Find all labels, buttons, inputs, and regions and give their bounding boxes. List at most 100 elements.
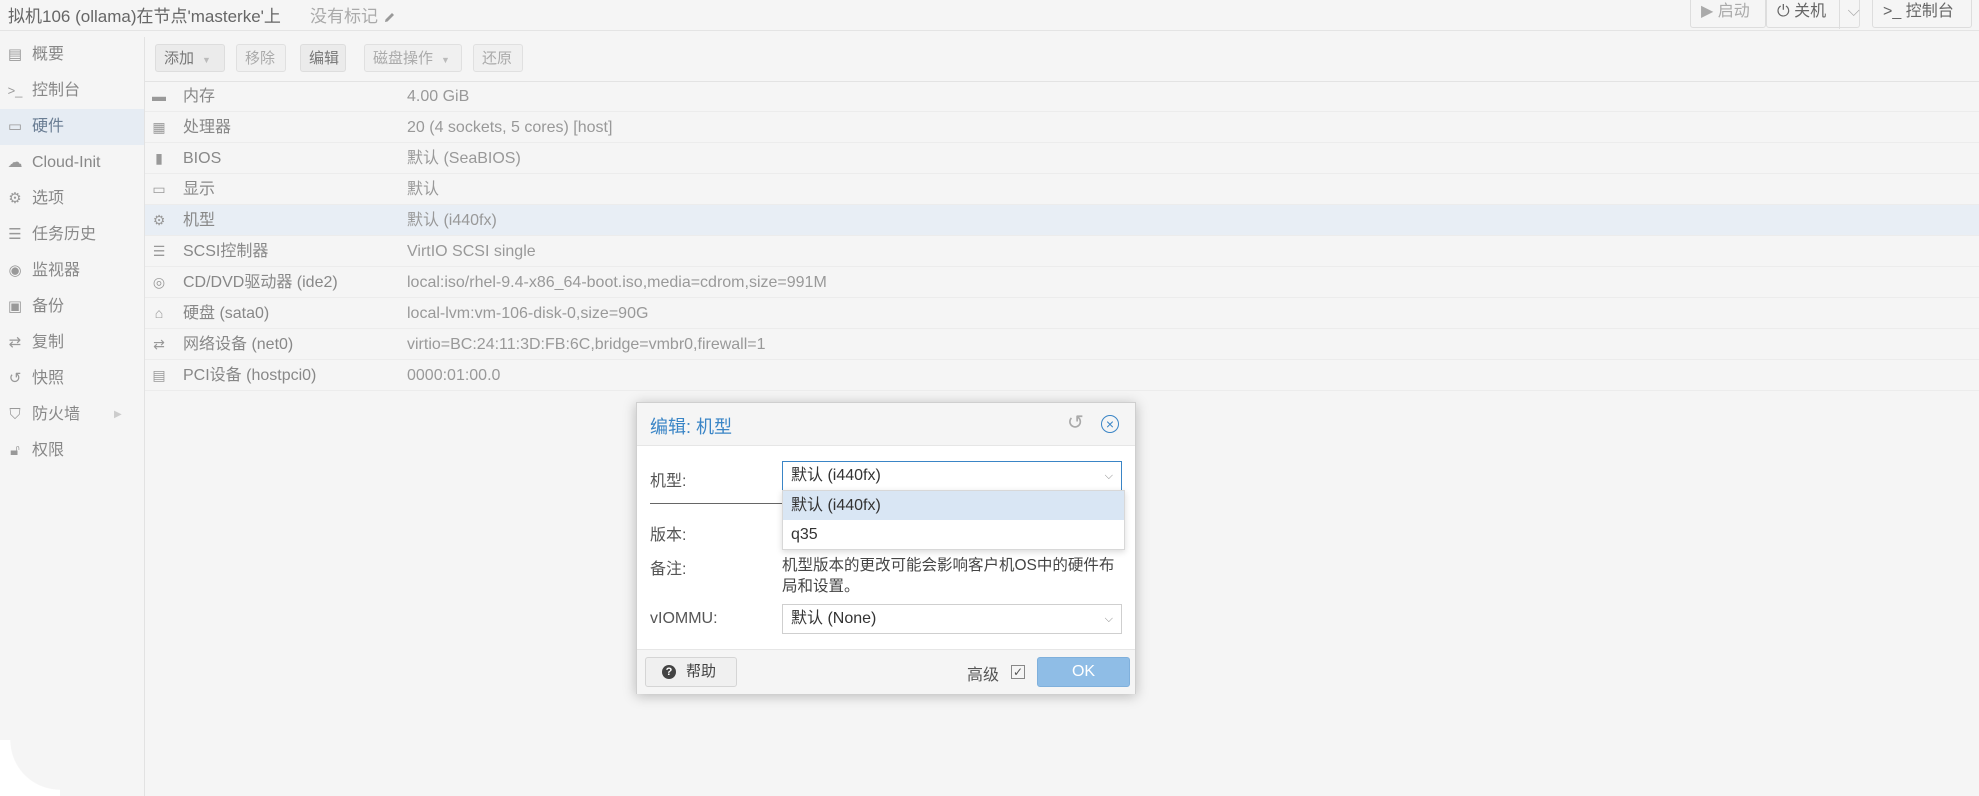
sidebar-item-options[interactable]: ⚙ 选项	[0, 181, 144, 217]
hdd-icon: ⌂	[154, 305, 164, 321]
sidebar-item-monitor[interactable]: ◉ 监视器	[0, 253, 144, 289]
sidebar-item-label: Cloud-Init	[32, 154, 101, 171]
shield-icon: ⛉	[9, 406, 21, 423]
sidebar-item-task-history[interactable]: ☰ 任务历史	[0, 217, 144, 253]
revert-label: 还原	[482, 50, 513, 67]
table-row[interactable]: ⌂ 硬盘 (sata0) local-lvm:vm-106-disk-0,siz…	[145, 298, 1979, 329]
desktop-icon: ▭	[152, 181, 166, 197]
add-button[interactable]: 添加 ▼	[155, 44, 225, 72]
expand-arrow-icon[interactable]: ▶	[114, 397, 122, 433]
machine-dropdown-list: 默认 (i440fx) q35	[782, 490, 1125, 550]
row-value: virtio=BC:24:11:3D:FB:6C,bridge=vmbr0,fi…	[407, 336, 766, 353]
machine-select-value: 默认 (i440fx)	[791, 467, 881, 484]
sidebar-item-label: 控制台	[32, 82, 81, 99]
table-row[interactable]: ⇄ 网络设备 (net0) virtio=BC:24:11:3D:FB:6C,b…	[145, 329, 1979, 360]
terminal-icon: >_	[1883, 3, 1902, 20]
row-value: 默认 (SeaBIOS)	[407, 150, 521, 167]
note-label: 备注:	[650, 561, 687, 578]
row-name: PCI设备 (hostpci0)	[183, 367, 317, 384]
sidebar-item-label: 任务历史	[32, 226, 97, 243]
advanced-checkbox[interactable]: ✓	[1011, 665, 1025, 679]
dropdown-option-q35[interactable]: q35	[783, 520, 1124, 549]
row-name: 显示	[183, 181, 216, 198]
chevron-down-icon[interactable]: ⌵	[1105, 462, 1113, 490]
dropdown-option-i440fx[interactable]: 默认 (i440fx)	[783, 491, 1124, 520]
viommu-select[interactable]: 默认 (None) ⌵	[782, 604, 1122, 634]
row-value: local:iso/rhel-9.4-x86_64-boot.iso,media…	[407, 274, 827, 291]
row-value: 20 (4 sockets, 5 cores) [host]	[407, 119, 613, 136]
help-button[interactable]: ? 帮助	[645, 657, 737, 687]
table-row[interactable]: ▦ 处理器 20 (4 sockets, 5 cores) [host]	[145, 112, 1979, 143]
list-icon: ☰	[8, 226, 22, 243]
remove-button[interactable]: 移除	[236, 44, 286, 72]
version-label: 版本:	[650, 527, 687, 544]
book-icon: ▤	[7, 46, 23, 63]
dialog-title: 编辑: 机型	[650, 417, 733, 437]
hardware-toolbar: 添加 ▼ 移除 编辑 磁盘操作 ▼ 还原	[145, 37, 1979, 82]
sidebar-item-permissions[interactable]: 🔓︎ 权限	[0, 433, 144, 469]
sidebar-item-firewall[interactable]: ⛉ 防火墙 ▶	[0, 397, 144, 433]
sidebar-item-console[interactable]: >_ 控制台	[0, 73, 144, 109]
start-label: 启动	[1717, 3, 1750, 20]
sidebar-item-cloud-init[interactable]: ☁ Cloud-Init	[0, 145, 144, 181]
start-button[interactable]: ▶ 启动	[1690, 0, 1766, 28]
disk-action-button[interactable]: 磁盘操作 ▼	[364, 44, 462, 72]
table-row[interactable]: ⚙ 机型 默认 (i440fx)	[145, 205, 1979, 236]
dialog-footer: ? 帮助 高级 ✓ OK	[637, 649, 1135, 694]
terminal-icon: >_	[7, 83, 23, 98]
sidebar-item-summary[interactable]: ▤ 概要	[0, 37, 144, 73]
table-row[interactable]: ◎ CD/DVD驱动器 (ide2) local:iso/rhel-9.4-x8…	[145, 267, 1979, 298]
row-name: 硬盘 (sata0)	[183, 305, 270, 322]
machine-select[interactable]: 默认 (i440fx) ⌵	[782, 461, 1122, 491]
edit-label: 编辑	[309, 50, 340, 67]
row-value: 0000:01:00.0	[407, 367, 501, 384]
sidebar-item-label: 监视器	[32, 262, 81, 279]
row-name: CD/DVD驱动器 (ide2)	[183, 274, 338, 291]
history-icon: ↺	[8, 370, 22, 387]
table-row[interactable]: ▤ PCI设备 (hostpci0) 0000:01:00.0	[145, 360, 1979, 391]
cloud-icon: ☁	[7, 154, 23, 171]
pci-card-icon: ▤	[152, 367, 166, 383]
console-button[interactable]: >_ 控制台	[1872, 0, 1972, 28]
table-row[interactable]: ▬ 内存 4.00 GiB	[145, 81, 1979, 112]
corner-fade	[0, 740, 60, 796]
cdrom-icon: ◎	[152, 274, 166, 290]
row-value: local-lvm:vm-106-disk-0,size=90G	[407, 305, 649, 322]
sidebar-item-label: 硬件	[32, 118, 65, 135]
sidebar-item-label: 备份	[32, 298, 65, 315]
ok-button[interactable]: OK	[1037, 657, 1130, 687]
revert-button[interactable]: 还原	[473, 44, 523, 72]
title-bar: 拟机106 (ollama)在节点'masterke'上 没有标记 ▶ 启动 ⏻…	[0, 0, 1979, 31]
shutdown-button[interactable]: ⏻ 关机 ⌵	[1766, 0, 1860, 29]
row-value: 默认	[407, 181, 440, 198]
no-tags-label: 没有标记	[310, 7, 378, 26]
retweet-icon: ⇄	[8, 334, 22, 351]
gear-icon: ⚙	[8, 190, 22, 207]
sidebar-item-snapshots[interactable]: ↺ 快照	[0, 361, 144, 397]
remove-label: 移除	[245, 50, 276, 67]
edit-button[interactable]: 编辑	[300, 44, 346, 72]
close-icon[interactable]: ×	[1101, 415, 1119, 433]
vm-title: 拟机106 (ollama)在节点'masterke'上	[8, 7, 281, 26]
sidebar-item-backup[interactable]: ▣ 备份	[0, 289, 144, 325]
table-row[interactable]: ☰ SCSI控制器 VirtIO SCSI single	[145, 236, 1979, 267]
add-label: 添加	[164, 50, 195, 67]
sidebar-item-label: 防火墙	[32, 406, 81, 423]
row-name: 内存	[183, 88, 216, 105]
shutdown-menu-chevron-icon[interactable]: ⌵	[1838, 0, 1860, 29]
console-label: 控制台	[1905, 3, 1954, 20]
ok-label: OK	[1071, 663, 1096, 680]
unlock-icon: 🔓︎	[10, 442, 20, 459]
reset-icon[interactable]: ↺	[1067, 413, 1084, 433]
note-text: 机型版本的更改可能会影响客户机OS中的硬件布局和设置。	[782, 557, 1115, 595]
viommu-select-value: 默认 (None)	[791, 610, 877, 627]
exchange-icon: ⇄	[153, 336, 165, 352]
table-row[interactable]: ▭ 显示 默认	[145, 174, 1979, 205]
table-row[interactable]: ▮ BIOS 默认 (SeaBIOS)	[145, 143, 1979, 174]
sidebar-item-hardware[interactable]: ▭ 硬件	[0, 109, 144, 145]
database-icon: ☰	[152, 243, 166, 259]
memory-icon: ▬	[152, 88, 166, 104]
chevron-down-icon[interactable]: ⌵	[1105, 605, 1113, 633]
no-tags[interactable]: 没有标记	[310, 2, 396, 27]
sidebar-item-replication[interactable]: ⇄ 复制	[0, 325, 144, 361]
